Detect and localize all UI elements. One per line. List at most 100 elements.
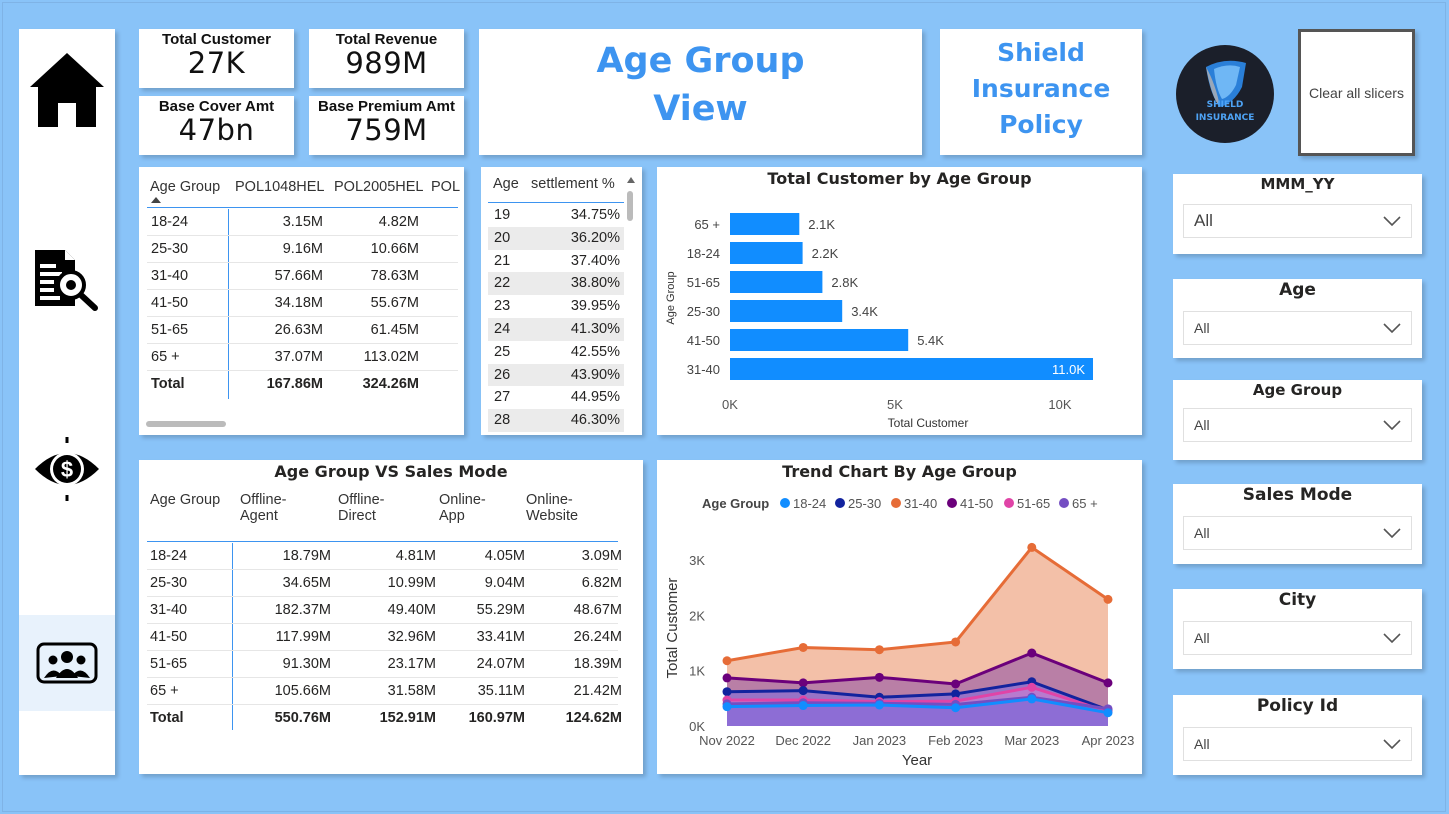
- data-point[interactable]: [798, 642, 808, 652]
- table-row[interactable]: 51-65 26.63M 61.45M: [147, 317, 458, 344]
- shield-logo-icon: [1206, 60, 1246, 107]
- legend-label[interactable]: 31-40: [904, 496, 937, 511]
- data-point[interactable]: [874, 672, 884, 682]
- table-row[interactable]: 23 39.95%: [488, 295, 624, 318]
- table-row[interactable]: 25-30 9.16M 10.66M: [147, 236, 458, 263]
- nav-age-group-button[interactable]: [19, 615, 115, 711]
- slicer-dropdown[interactable]: All: [1183, 204, 1412, 238]
- table-cell: 20: [494, 229, 511, 246]
- table-row[interactable]: 24 41.30%: [488, 318, 624, 341]
- table-cell: 39.95%: [570, 298, 620, 315]
- legend-marker[interactable]: [947, 498, 957, 508]
- table-row[interactable]: 51-65 91.30M 23.17M 24.07M 18.39M: [147, 651, 622, 678]
- vertical-scrollbar[interactable]: [627, 177, 635, 431]
- column-header[interactable]: Offline- Agent: [240, 492, 286, 524]
- data-point[interactable]: [722, 702, 732, 712]
- data-point[interactable]: [798, 678, 808, 688]
- table-cell: 19: [494, 207, 511, 223]
- column-header[interactable]: Offline- Direct: [338, 492, 384, 524]
- bar[interactable]: [730, 242, 803, 264]
- table-row[interactable]: 27 44.95%: [488, 386, 624, 410]
- table-row[interactable]: 21 37.40%: [488, 249, 624, 273]
- column-header[interactable]: Age: [493, 176, 519, 192]
- table-row[interactable]: 65 + 37.07M 113.02M: [147, 344, 458, 371]
- slicer-dropdown[interactable]: All: [1183, 727, 1412, 761]
- slicer-dropdown[interactable]: All: [1183, 311, 1412, 345]
- slicer-dropdown[interactable]: All: [1183, 621, 1412, 655]
- legend-marker[interactable]: [835, 498, 845, 508]
- nav-revenue-button[interactable]: $: [19, 421, 115, 517]
- slicer-dropdown[interactable]: All: [1183, 516, 1412, 550]
- legend-label[interactable]: 41-50: [960, 496, 993, 511]
- data-point[interactable]: [951, 637, 961, 647]
- column-header[interactable]: Online- App: [439, 492, 486, 524]
- legend-label[interactable]: 18-24: [793, 496, 826, 511]
- bar[interactable]: [730, 358, 1093, 380]
- table-row[interactable]: 19 34.75%: [488, 204, 624, 227]
- data-point[interactable]: [722, 687, 732, 697]
- slicer-dropdown[interactable]: All: [1183, 408, 1412, 442]
- column-header[interactable]: settlement %: [531, 176, 615, 192]
- bar-chart-card: Total Customer by Age Group 65 +2.1K 18-2…: [657, 167, 1142, 435]
- table-row[interactable]: 31-40 57.66M 78.63M: [147, 263, 458, 290]
- nav-report-button[interactable]: [19, 232, 115, 328]
- x-tick-label: 10K: [1048, 397, 1071, 412]
- data-point[interactable]: [798, 701, 808, 711]
- table-cell: 46.30%: [570, 412, 620, 429]
- column-header[interactable]: POL1048HEL: [235, 179, 324, 195]
- legend-label[interactable]: 65 +: [1072, 496, 1098, 511]
- legend-label[interactable]: 25-30: [848, 496, 881, 511]
- data-point[interactable]: [722, 673, 732, 683]
- slicer-value: All: [1194, 736, 1210, 752]
- data-point[interactable]: [1027, 542, 1037, 552]
- table-row[interactable]: 41-50 34.18M 55.67M: [147, 290, 458, 317]
- table-row[interactable]: 20 36.20%: [488, 226, 624, 250]
- table-row[interactable]: 25-30 34.65M 10.99M 9.04M 6.82M: [147, 570, 622, 597]
- data-point[interactable]: [951, 679, 961, 689]
- table-row[interactable]: 22 38.80%: [488, 272, 624, 296]
- legend-label[interactable]: 51-65: [1017, 496, 1050, 511]
- column-header[interactable]: Age Group: [150, 179, 220, 195]
- column-header[interactable]: Online- Website: [526, 492, 578, 524]
- table-total-row[interactable]: Total 167.86M 324.26M: [147, 371, 458, 398]
- clear-slicers-button[interactable]: Clear all slicers: [1298, 29, 1415, 156]
- table-row[interactable]: 65 + 105.66M 31.58M 35.11M 21.42M: [147, 678, 622, 705]
- nav-home-button[interactable]: [19, 42, 115, 138]
- data-point[interactable]: [1103, 594, 1113, 604]
- column-header[interactable]: POL: [431, 179, 460, 195]
- legend-marker[interactable]: [891, 498, 901, 508]
- bar[interactable]: [730, 300, 843, 322]
- table-total-row[interactable]: Total 550.76M 152.91M 160.97M 124.62M: [147, 705, 622, 732]
- trend-chart-card: Trend Chart By Age Group Age Group 18-24 2…: [657, 460, 1142, 774]
- data-point[interactable]: [1103, 678, 1113, 688]
- legend-marker[interactable]: [1059, 498, 1069, 508]
- table-row[interactable]: 25 42.55%: [488, 340, 624, 364]
- table-row[interactable]: 31-40 182.37M 49.40M 55.29M 48.67M: [147, 597, 622, 624]
- legend-marker[interactable]: [780, 498, 790, 508]
- slicer-policy-id: Policy Id All: [1173, 695, 1422, 775]
- column-header[interactable]: Age Group: [150, 492, 220, 508]
- table-cell: 10.99M: [387, 575, 436, 591]
- legend-marker[interactable]: [1004, 498, 1014, 508]
- table-row[interactable]: 41-50 117.99M 32.96M 33.41M 26.24M: [147, 624, 622, 651]
- data-point[interactable]: [722, 656, 732, 666]
- bar[interactable]: [730, 213, 800, 235]
- column-header[interactable]: POL2005HEL: [334, 179, 423, 195]
- table-row[interactable]: 18-24 18.79M 4.81M 4.05M 3.09M: [147, 543, 622, 570]
- data-point[interactable]: [1027, 694, 1037, 704]
- data-point[interactable]: [1103, 708, 1113, 718]
- data-point[interactable]: [798, 686, 808, 696]
- table-row[interactable]: 18-24 3.15M 4.82M: [147, 209, 458, 236]
- data-point[interactable]: [874, 645, 884, 655]
- table-row[interactable]: 26 43.90%: [488, 363, 624, 387]
- data-point[interactable]: [1027, 682, 1037, 692]
- bar[interactable]: [730, 271, 823, 293]
- table-row[interactable]: 28 46.30%: [488, 409, 624, 432]
- data-point[interactable]: [874, 700, 884, 710]
- data-point[interactable]: [951, 703, 961, 713]
- scroll-up-icon[interactable]: [627, 177, 635, 183]
- table-cell: 25-30: [151, 241, 189, 257]
- data-point[interactable]: [1027, 648, 1037, 658]
- bar[interactable]: [730, 329, 909, 351]
- horizontal-scrollbar[interactable]: [146, 421, 226, 427]
